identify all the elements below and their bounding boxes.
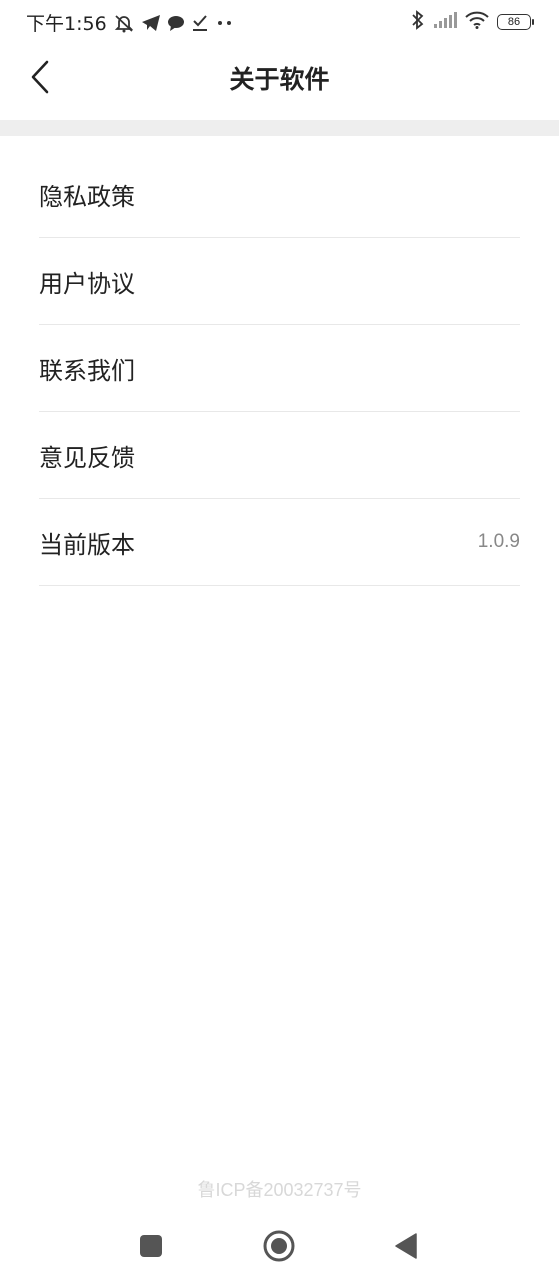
signal-icon — [433, 12, 457, 32]
menu-item-privacy-policy[interactable]: 隐私政策 — [39, 151, 520, 238]
chat-bubble-icon — [167, 14, 185, 32]
status-bar: 下午1:56 86 — [0, 0, 559, 42]
status-time: 下午1:56 — [26, 13, 107, 35]
status-left: 下午1:56 — [26, 9, 235, 36]
battery-icon: 86 — [497, 14, 534, 30]
page-title: 关于软件 — [229, 65, 330, 94]
more-dots-icon — [215, 19, 235, 27]
menu-item-label: 当前版本 — [39, 530, 135, 559]
menu-item-label: 意见反馈 — [39, 443, 135, 472]
home-button[interactable] — [257, 1224, 301, 1268]
status-right: 86 — [411, 10, 534, 34]
header: 关于软件 — [0, 42, 559, 120]
icp-registration: 鲁ICP备20032737号 — [197, 1180, 362, 1200]
battery-level: 86 — [507, 16, 521, 28]
telegram-icon — [141, 14, 161, 32]
download-check-icon — [191, 14, 209, 32]
menu-item-current-version[interactable]: 当前版本 1.0.9 — [39, 499, 520, 586]
menu-list: 隐私政策 用户协议 联系我们 意见反馈 当前版本 1.0.9 — [39, 151, 520, 586]
bell-muted-icon — [113, 13, 135, 33]
back-triangle-icon — [395, 1233, 417, 1259]
menu-item-label: 隐私政策 — [39, 182, 135, 211]
menu-item-feedback[interactable]: 意见反馈 — [39, 412, 520, 499]
menu-item-contact-us[interactable]: 联系我们 — [39, 325, 520, 412]
nav-bar — [0, 1210, 559, 1280]
version-number: 1.0.9 — [477, 531, 520, 552]
home-icon — [263, 1230, 295, 1262]
menu-item-user-agreement[interactable]: 用户协议 — [39, 238, 520, 325]
bluetooth-icon — [411, 10, 425, 34]
menu-item-label: 用户协议 — [39, 269, 135, 298]
system-back-button[interactable] — [384, 1224, 428, 1268]
recent-apps-icon — [140, 1235, 162, 1257]
recent-apps-button[interactable] — [129, 1224, 173, 1268]
section-divider — [0, 120, 559, 136]
menu-item-label: 联系我们 — [39, 356, 135, 385]
wifi-icon — [465, 11, 489, 33]
